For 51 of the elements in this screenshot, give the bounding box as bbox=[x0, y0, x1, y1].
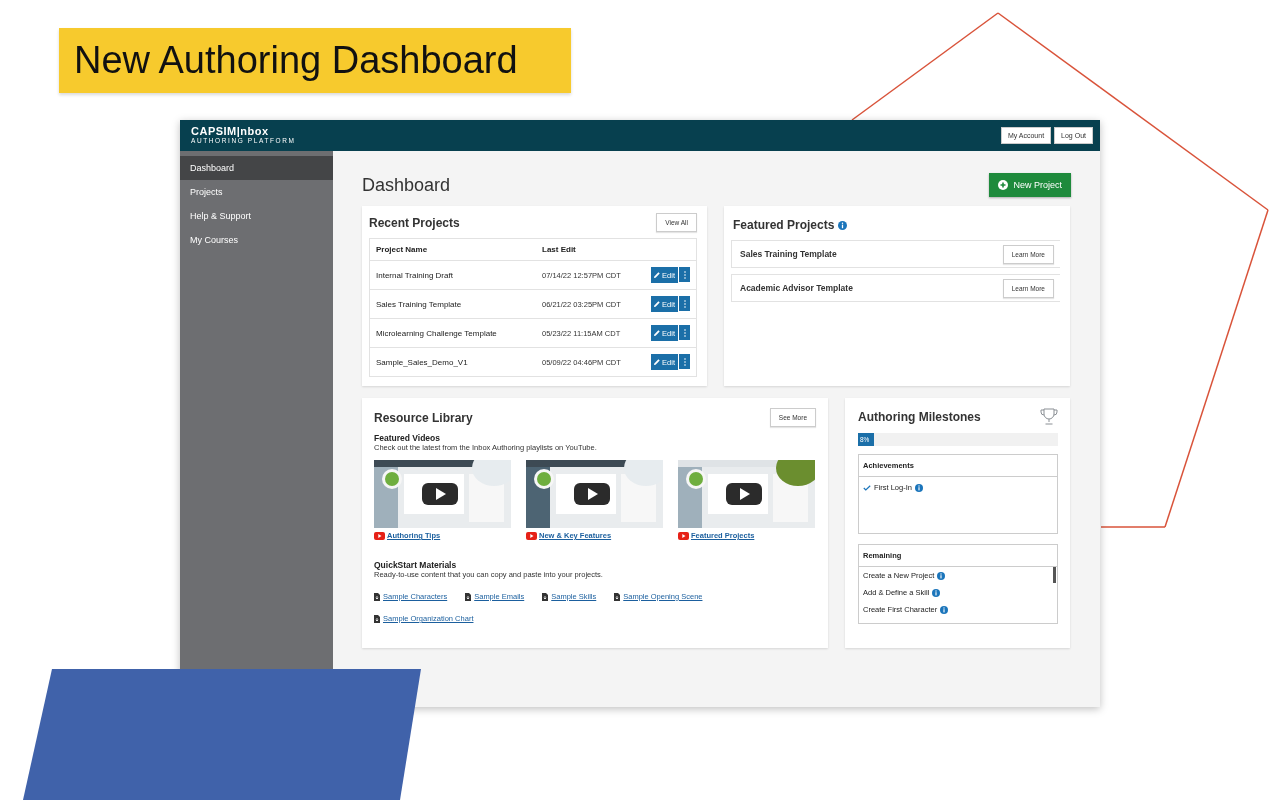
check-icon bbox=[863, 484, 871, 491]
card-title: Authoring Milestones bbox=[858, 409, 981, 424]
more-options-button[interactable] bbox=[679, 325, 690, 340]
column-header: Project Name bbox=[376, 245, 429, 254]
info-icon bbox=[937, 571, 946, 580]
more-options-button[interactable] bbox=[679, 354, 690, 369]
file-download-icon bbox=[465, 592, 472, 601]
info-icon bbox=[914, 483, 923, 492]
info-icon bbox=[838, 220, 848, 230]
info-icon bbox=[940, 605, 949, 614]
section-heading: QuickStart Materials bbox=[374, 560, 458, 570]
kebab-icon bbox=[683, 328, 686, 337]
slide-title: New Authoring Dashboard bbox=[59, 28, 571, 93]
file-download-icon bbox=[374, 614, 380, 623]
more-options-button[interactable] bbox=[679, 267, 690, 282]
play-logo-icon bbox=[374, 531, 385, 540]
section-heading: Featured Videos bbox=[374, 433, 441, 443]
play-logo-icon bbox=[678, 531, 689, 540]
project-name: Microlearning Challenge Template bbox=[376, 328, 498, 338]
new-project-button[interactable]: New Project bbox=[989, 173, 1071, 197]
card-title: Recent Projects bbox=[369, 215, 460, 230]
pencil-icon bbox=[654, 301, 661, 307]
featured-project-name: Sales Training Template bbox=[740, 249, 837, 259]
file-download-icon bbox=[542, 592, 549, 601]
info-icon bbox=[932, 588, 941, 597]
file-download-icon bbox=[374, 592, 380, 601]
play-logo-icon bbox=[526, 531, 537, 540]
project-name: Sample_Sales_Demo_V1 bbox=[376, 357, 469, 367]
kebab-icon bbox=[683, 299, 686, 308]
pencil-icon bbox=[654, 330, 661, 336]
sidebar-item[interactable]: Dashboard bbox=[180, 156, 333, 180]
sidebar-item[interactable]: My Courses bbox=[180, 228, 333, 252]
featured-project-name: Academic Advisor Template bbox=[740, 283, 853, 293]
pencil-icon bbox=[654, 272, 661, 278]
file-download-icon bbox=[614, 592, 621, 601]
project-name: Internal Training Draft bbox=[376, 270, 454, 280]
trophy-icon bbox=[1040, 408, 1058, 425]
sidebar-item[interactable]: Projects bbox=[180, 180, 333, 204]
scrollbar-thumb[interactable] bbox=[1053, 567, 1056, 583]
project-name: Sales Training Template bbox=[376, 299, 463, 309]
kebab-icon bbox=[683, 270, 686, 279]
plus-circle-icon bbox=[998, 180, 1009, 190]
page-title: Dashboard bbox=[362, 174, 451, 196]
kebab-icon bbox=[683, 357, 686, 366]
card-title: Featured Projects bbox=[733, 218, 835, 232]
card-title: Resource Library bbox=[374, 410, 473, 425]
sidebar-item[interactable]: Help & Support bbox=[180, 204, 333, 228]
pencil-icon bbox=[654, 359, 661, 365]
more-options-button[interactable] bbox=[679, 296, 690, 311]
logo: CAPSIM|nbox bbox=[191, 126, 269, 138]
column-header: Last Edit bbox=[542, 245, 577, 254]
